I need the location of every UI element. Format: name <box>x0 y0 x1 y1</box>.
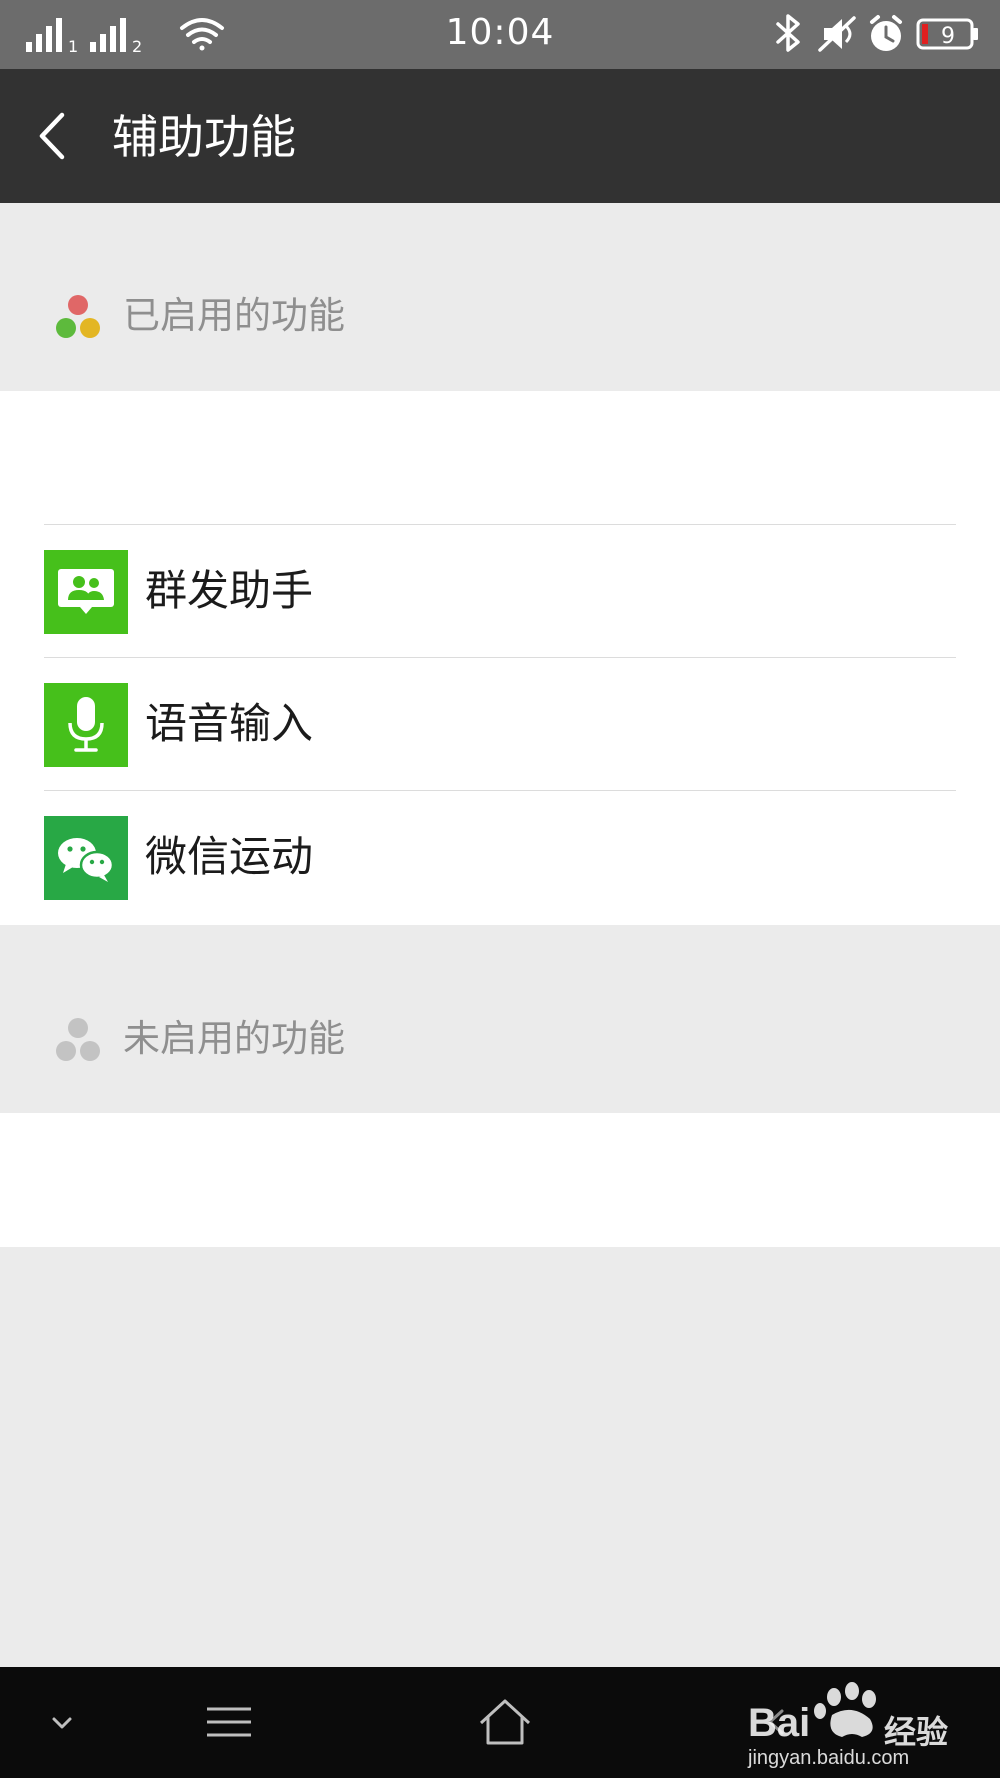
nav-bar: Bai 经验 jingyan.baidu.com <box>0 1667 1000 1778</box>
chevron-down-icon <box>52 1717 72 1729</box>
alarm-icon <box>870 15 902 51</box>
status-bar: 1 2 10:04 9 <box>0 0 1000 69</box>
back-button[interactable] <box>26 101 96 171</box>
chevron-left-icon <box>39 112 65 160</box>
disabled-list <box>0 1113 1000 1247</box>
list-item-voice-input[interactable]: 语音输入 <box>44 657 956 790</box>
status-icons-group: 9 <box>776 14 978 52</box>
page-title: 辅助功能 <box>112 110 296 164</box>
microphone-icon <box>44 683 128 767</box>
menu-icon <box>207 1707 251 1737</box>
baidu-watermark: Bai 经验 jingyan.baidu.com <box>748 1675 948 1775</box>
enabled-dots-icon <box>56 295 100 338</box>
mute-icon <box>818 16 856 52</box>
watermark-url: jingyan.baidu.com <box>748 1747 910 1769</box>
nav-home-button[interactable] <box>464 1667 546 1778</box>
list-item-label: 微信运动 <box>145 832 314 881</box>
home-icon <box>479 1699 531 1745</box>
status-right: 9 <box>772 12 982 56</box>
list-item-label: 语音输入 <box>145 699 314 748</box>
enabled-section-label: 已启用的功能 <box>123 294 345 337</box>
list-item-broadcast-helper[interactable]: 群发助手 <box>44 524 956 657</box>
nav-collapse-button[interactable] <box>30 1667 94 1778</box>
battery-level: 9 <box>941 24 955 49</box>
disabled-section-header: 未启用的功能 <box>0 985 1000 1095</box>
screen: 1 2 10:04 9 辅助功能 已启用的功能 群发助手 语音输入 微信运动 未… <box>0 0 1000 1778</box>
wechat-icon <box>44 816 128 900</box>
watermark-brand: Bai <box>748 1701 811 1745</box>
title-bar: 辅助功能 <box>0 69 1000 203</box>
disabled-section-label: 未启用的功能 <box>123 1017 345 1060</box>
nav-menu-button[interactable] <box>190 1667 272 1778</box>
enabled-section-header: 已启用的功能 <box>0 262 1000 372</box>
broadcast-helper-icon <box>44 550 128 634</box>
enabled-list: 群发助手 语音输入 微信运动 <box>0 391 1000 925</box>
disabled-dots-icon <box>56 1018 100 1061</box>
list-item-label: 群发助手 <box>145 566 314 615</box>
battery-icon: 9 <box>916 18 978 50</box>
list-item-wechat-sports[interactable]: 微信运动 <box>44 790 956 923</box>
bluetooth-icon <box>776 14 800 52</box>
